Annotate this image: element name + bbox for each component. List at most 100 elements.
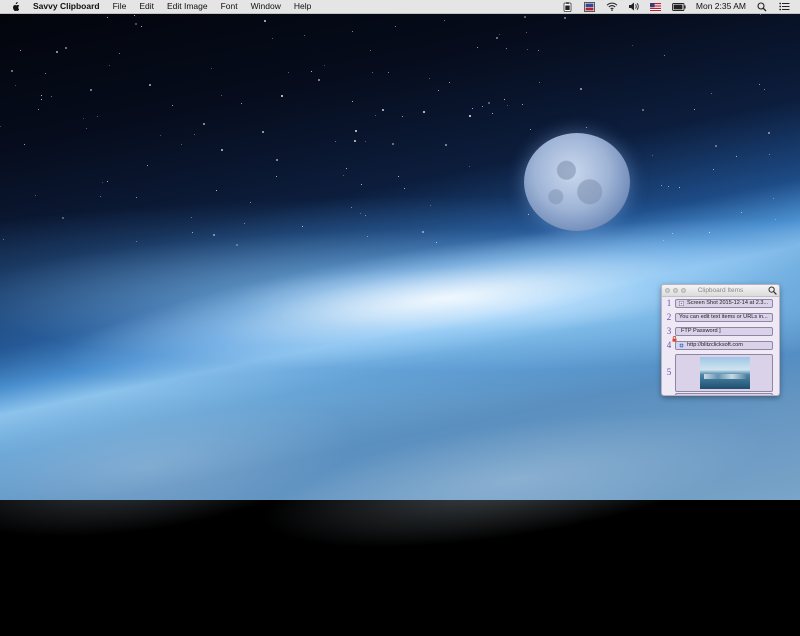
flag-icon[interactable]	[650, 2, 662, 12]
item-text-box[interactable]: Screen Shot 2015-12-14 at 2.3...	[675, 299, 773, 308]
star	[221, 148, 224, 151]
star	[361, 183, 363, 185]
panel-search-icon[interactable]	[768, 286, 777, 295]
clipboard-items-panel[interactable]: Clipboard Items 1 Screen Shot 2015-12-14…	[661, 284, 780, 396]
star	[375, 115, 377, 117]
star	[61, 216, 64, 219]
star	[504, 99, 506, 101]
star	[523, 15, 526, 18]
status-area: Mon 2:35 AM	[562, 0, 800, 13]
star	[468, 115, 471, 118]
battery-icon[interactable]	[671, 2, 686, 12]
star	[220, 95, 222, 97]
star	[276, 159, 279, 161]
star	[539, 82, 541, 84]
desktop-wallpaper	[0, 0, 800, 636]
menu-app-name[interactable]: Savvy Clipboard	[33, 0, 100, 13]
item-number: 1	[666, 298, 672, 308]
menu-window[interactable]: Window	[251, 0, 281, 13]
star	[140, 25, 142, 27]
star	[147, 165, 149, 167]
star	[529, 128, 531, 130]
star	[264, 20, 267, 23]
menu-edit-image[interactable]: Edit Image	[167, 0, 208, 13]
star	[106, 16, 108, 18]
star	[304, 34, 306, 36]
star	[343, 175, 345, 177]
menu-font[interactable]: Font	[221, 0, 238, 13]
star	[449, 81, 451, 83]
menu-clock[interactable]: Mon 2:35 AM	[696, 0, 746, 13]
item-text-box[interactable]: FTP Password ]	[675, 327, 773, 336]
star	[354, 140, 357, 143]
notification-center-icon[interactable]	[778, 2, 790, 12]
star	[213, 233, 216, 236]
star	[712, 168, 714, 170]
star	[476, 46, 478, 48]
clipboard-item-4[interactable]: 4 http://blitzclicksoft.com	[664, 340, 777, 351]
star	[100, 196, 102, 198]
spotlight-search-icon[interactable]	[756, 1, 768, 12]
star	[769, 154, 771, 156]
star	[335, 140, 337, 142]
star	[34, 195, 36, 197]
item-text: http://blitzclicksoft.com	[687, 342, 743, 348]
minimize-window-icon[interactable]	[673, 288, 678, 293]
menu-help[interactable]: Help	[294, 0, 311, 13]
star	[436, 241, 438, 243]
star	[134, 22, 137, 25]
star	[211, 68, 213, 70]
star	[443, 19, 445, 21]
star	[136, 197, 138, 199]
star	[351, 206, 353, 208]
star	[38, 108, 40, 110]
star	[51, 95, 53, 97]
star	[445, 144, 448, 147]
savvy-clipboard-status-icon[interactable]	[562, 1, 574, 12]
clipboard-item-1[interactable]: 1 Screen Shot 2015-12-14 at 2.3...	[664, 298, 777, 309]
star	[10, 70, 13, 73]
star	[40, 94, 42, 96]
star	[492, 113, 494, 115]
star	[302, 226, 304, 228]
menu-edit[interactable]: Edit	[139, 0, 154, 13]
star	[23, 143, 25, 145]
wifi-icon[interactable]	[606, 2, 618, 12]
star	[354, 130, 357, 133]
star	[488, 102, 491, 105]
item-number: 5	[666, 367, 672, 377]
star	[469, 166, 471, 167]
star	[194, 134, 196, 136]
menu-file[interactable]: File	[113, 0, 127, 13]
close-window-icon[interactable]	[665, 288, 670, 293]
star	[216, 190, 218, 192]
star	[664, 55, 666, 57]
menu-bar: Savvy Clipboard File Edit Edit Image Fon…	[0, 0, 800, 14]
apple-menu-icon[interactable]	[11, 1, 21, 12]
moon	[524, 133, 630, 231]
star	[759, 14, 761, 16]
item-image-box[interactable]	[675, 354, 773, 392]
star	[323, 65, 325, 67]
star	[90, 89, 93, 92]
volume-icon[interactable]	[628, 2, 640, 12]
input-source-icon[interactable]	[584, 1, 596, 12]
panel-titlebar[interactable]: Clipboard Items	[662, 285, 779, 297]
star	[579, 87, 582, 90]
item-text-box[interactable]: You can edit text items or URLs in...	[675, 313, 773, 322]
url-globe-icon	[679, 343, 684, 348]
clipboard-item-3[interactable]: 3 FTP Password ]	[664, 326, 777, 342]
image-thumbnail	[700, 357, 750, 389]
panel-title: Clipboard Items	[697, 287, 744, 294]
clipboard-item-5[interactable]: 5	[664, 353, 777, 393]
star	[45, 73, 47, 75]
star	[149, 83, 152, 86]
star	[370, 50, 372, 51]
star	[244, 222, 246, 224]
star	[318, 79, 321, 82]
star	[281, 94, 284, 97]
star	[767, 132, 770, 135]
clipboard-item-2[interactable]: 2 You can edit text items or URLs in...	[664, 312, 777, 323]
zoom-window-icon[interactable]	[681, 288, 686, 293]
item-text-box[interactable]: http://blitzclicksoft.com	[675, 341, 773, 350]
